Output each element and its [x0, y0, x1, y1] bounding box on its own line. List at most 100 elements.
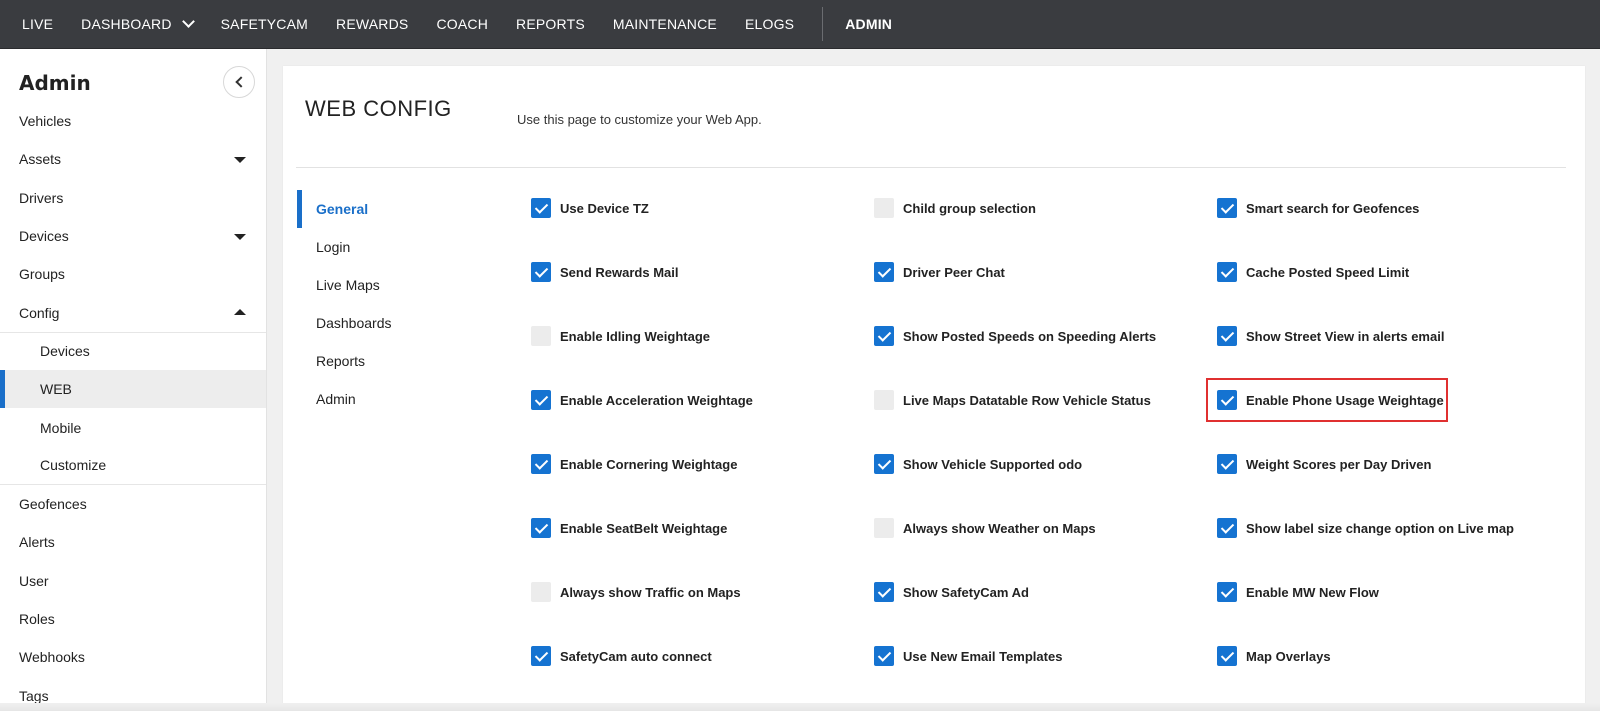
nav-dashboard[interactable]: DASHBOARD — [67, 0, 206, 49]
sidebar-item-assets[interactable]: Assets — [0, 140, 266, 178]
sidebar-item-geofences[interactable]: Geofences — [0, 485, 266, 523]
tab-admin[interactable]: Admin — [297, 380, 497, 418]
checkbox-unchecked[interactable] — [874, 518, 894, 538]
nav-live[interactable]: LIVE — [8, 0, 67, 49]
config-option[interactable]: Map Overlays — [1217, 638, 1567, 674]
checkbox-checked[interactable] — [531, 198, 551, 218]
config-option[interactable]: Show label size change option on Live ma… — [1217, 510, 1567, 546]
config-option[interactable]: Child group selection — [874, 190, 1217, 226]
checkbox-checked[interactable] — [1217, 582, 1237, 602]
config-option[interactable]: Enable Phone Usage Weightage — [1206, 378, 1567, 422]
sidebar-item-devices[interactable]: Devices — [0, 217, 266, 255]
option-label: Weight Scores per Day Driven — [1246, 456, 1432, 472]
nav-reports[interactable]: REPORTS — [502, 0, 599, 49]
checkbox-checked[interactable] — [1217, 198, 1237, 218]
config-option[interactable]: Show SafetyCam Ad — [874, 574, 1217, 610]
tab-login[interactable]: Login — [297, 228, 497, 266]
config-option[interactable]: Always show Traffic on Maps — [531, 574, 874, 610]
checkbox-unchecked[interactable] — [874, 198, 894, 218]
sidebar-title: Admin — [19, 71, 91, 95]
collapse-sidebar-button[interactable] — [223, 66, 255, 98]
checkbox-checked[interactable] — [1217, 454, 1237, 474]
sidebar-subitem-customize[interactable]: Customize — [0, 446, 266, 485]
page-bottom-edge — [0, 703, 1600, 711]
checkbox-checked[interactable] — [531, 390, 551, 410]
option-label: Enable Acceleration Weightage — [560, 392, 753, 408]
nav-maintenance[interactable]: MAINTENANCE — [599, 0, 731, 49]
sidebar-item-alerts[interactable]: Alerts — [0, 523, 266, 561]
header-divider — [296, 167, 1566, 168]
config-option[interactable]: Smart search for Geofences — [1217, 190, 1567, 226]
config-option[interactable]: Show Street View in alerts email — [1217, 318, 1567, 354]
config-tabs: General Login Live Maps Dashboards Repor… — [297, 190, 497, 418]
tab-general[interactable]: General — [297, 190, 497, 228]
sidebar-item-label: Drivers — [19, 189, 64, 206]
checkbox-checked[interactable] — [874, 454, 894, 474]
option-label: Use Device TZ — [560, 200, 649, 216]
config-option[interactable]: Show Vehicle Supported odo — [874, 446, 1217, 482]
checkbox-unchecked[interactable] — [874, 390, 894, 410]
config-option[interactable]: Use Device TZ — [531, 190, 874, 226]
config-option[interactable]: Driver Peer Chat — [874, 254, 1217, 290]
page-title: WEB CONFIG — [305, 96, 452, 121]
checkbox-checked[interactable] — [874, 326, 894, 346]
config-option[interactable]: Always show Weather on Maps — [874, 510, 1217, 546]
chevron-down-icon — [181, 15, 195, 28]
config-option[interactable]: Enable Cornering Weightage — [531, 446, 874, 482]
tab-reports[interactable]: Reports — [297, 342, 497, 380]
checkbox-checked[interactable] — [1217, 262, 1237, 282]
config-option[interactable]: Weight Scores per Day Driven — [1217, 446, 1567, 482]
checkbox-checked[interactable] — [531, 646, 551, 666]
nav-rewards[interactable]: REWARDS — [322, 0, 422, 49]
checkbox-checked[interactable] — [874, 646, 894, 666]
config-option[interactable]: Enable Idling Weightage — [531, 318, 874, 354]
sidebar-subitem-mobile[interactable]: Mobile — [0, 408, 266, 447]
checkbox-checked[interactable] — [1217, 390, 1237, 410]
sidebar-item-label: Assets — [19, 151, 62, 168]
sidebar-item-roles[interactable]: Roles — [0, 600, 266, 638]
sidebar-item-config[interactable]: Config — [0, 293, 266, 331]
checkbox-unchecked[interactable] — [531, 582, 551, 602]
tab-live-maps[interactable]: Live Maps — [297, 266, 497, 304]
config-option[interactable]: Use New Email Templates — [874, 638, 1217, 674]
config-option[interactable]: Enable Acceleration Weightage — [531, 382, 874, 418]
sidebar-subitem-web[interactable]: WEB — [0, 370, 266, 409]
checkbox-checked[interactable] — [1217, 518, 1237, 538]
option-label: Always show Traffic on Maps — [560, 584, 741, 600]
sidebar-item-groups[interactable]: Groups — [0, 255, 266, 293]
checkbox-checked[interactable] — [531, 262, 551, 282]
tab-dashboards[interactable]: Dashboards — [297, 304, 497, 342]
config-option[interactable]: SafetyCam auto connect — [531, 638, 874, 674]
option-label: Enable MW New Flow — [1246, 584, 1379, 600]
option-label: Smart search for Geofences — [1246, 200, 1420, 216]
sidebar-item-webhooks[interactable]: Webhooks — [0, 638, 266, 676]
options-grid: Use Device TZ Child group selection Smart … — [531, 190, 1571, 702]
nav-coach[interactable]: COACH — [422, 0, 502, 49]
config-option[interactable]: Enable SeatBelt Weightage — [531, 510, 874, 546]
config-option[interactable]: Send Rewards Mail — [531, 254, 874, 290]
checkbox-checked[interactable] — [1217, 326, 1237, 346]
checkbox-checked[interactable] — [874, 262, 894, 282]
sidebar-item-vehicles[interactable]: Vehicles — [0, 102, 266, 140]
sidebar-item-drivers[interactable]: Drivers — [0, 179, 266, 217]
nav-elogs[interactable]: ELOGS — [731, 0, 808, 49]
nav-safetycam[interactable]: SAFETYCAM — [207, 0, 322, 49]
config-option[interactable]: Cache Posted Speed Limit — [1217, 254, 1567, 290]
option-label: SafetyCam auto connect — [560, 648, 712, 664]
config-option[interactable]: Live Maps Datatable Row Vehicle Status — [874, 382, 1217, 418]
sidebar-item-label: Customize — [40, 457, 107, 474]
option-label: Enable Phone Usage Weightage — [1246, 392, 1444, 408]
checkbox-checked[interactable] — [531, 518, 551, 538]
config-option[interactable]: Enable MW New Flow — [1217, 574, 1567, 610]
sidebar-item-label: WEB — [40, 381, 72, 398]
sidebar-subitem-config-devices[interactable]: Devices — [0, 331, 266, 371]
nav-admin[interactable]: ADMIN — [831, 0, 906, 49]
config-option[interactable]: Show Posted Speeds on Speeding Alerts — [874, 318, 1217, 354]
sidebar-item-user[interactable]: User — [0, 562, 266, 600]
option-label: Cache Posted Speed Limit — [1246, 264, 1410, 280]
sidebar-item-label: Devices — [40, 343, 90, 360]
checkbox-unchecked[interactable] — [531, 326, 551, 346]
checkbox-checked[interactable] — [531, 454, 551, 474]
checkbox-checked[interactable] — [874, 582, 894, 602]
checkbox-checked[interactable] — [1217, 646, 1237, 666]
